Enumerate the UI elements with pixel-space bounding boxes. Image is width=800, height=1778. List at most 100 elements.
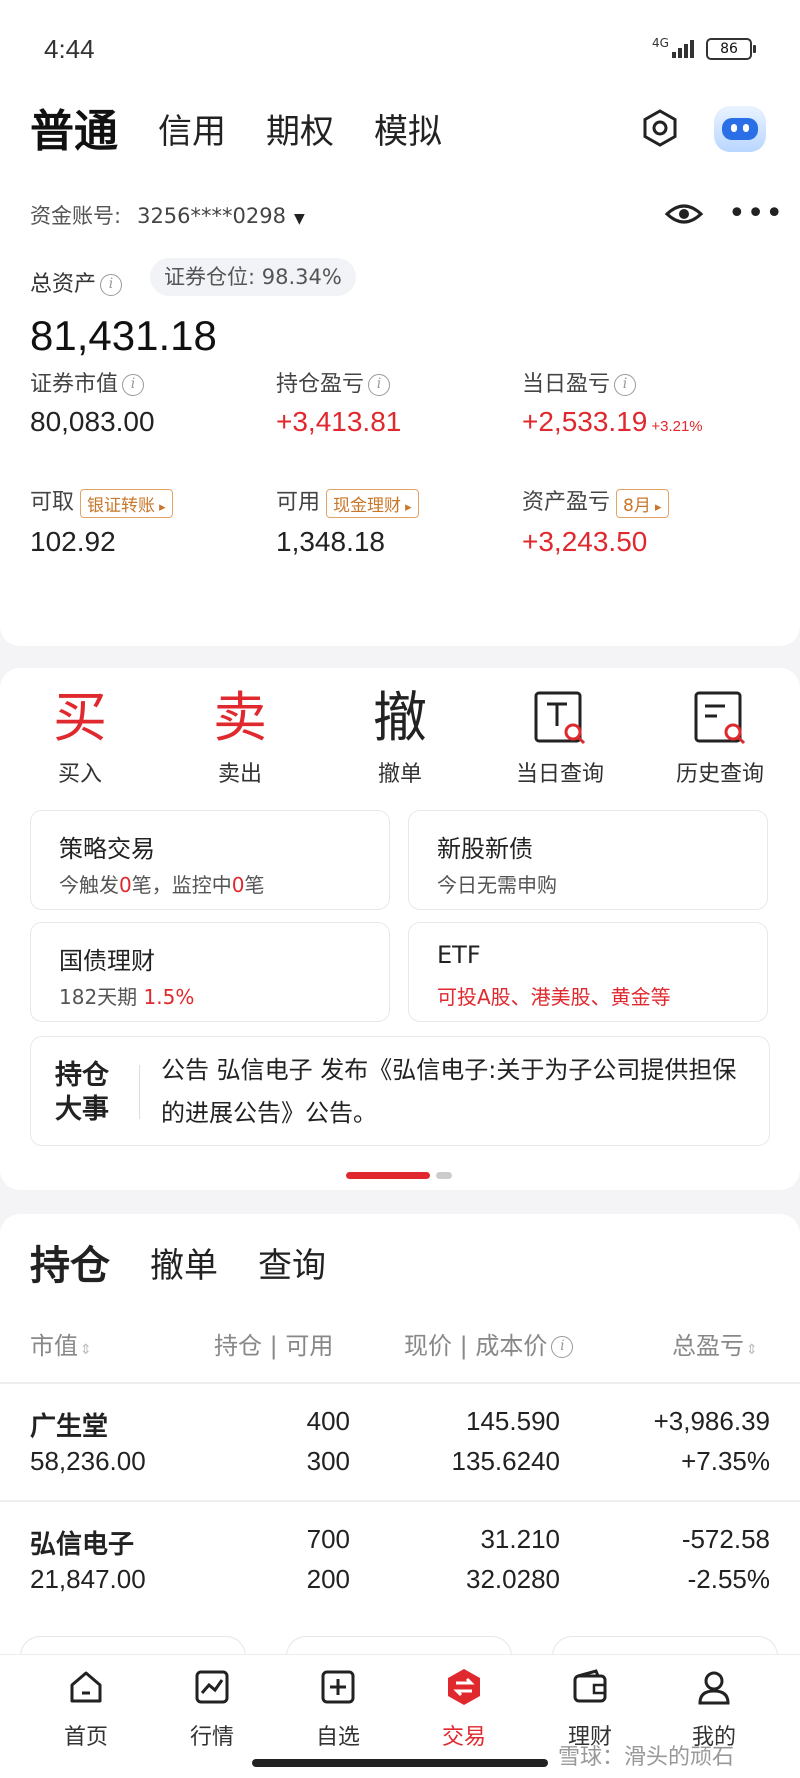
strategy-trading-card[interactable]: 策略交易 今触发0笔，监控中0笔 <box>30 810 390 910</box>
nav-label: 行情 <box>189 1725 234 1750</box>
stock-cost: 135.6240 <box>451 1446 560 1476</box>
divider <box>139 1065 140 1119</box>
history-query-button[interactable]: 历史查询 <box>650 682 790 788</box>
info-icon[interactable]: i <box>551 1336 574 1358</box>
tab-simulation[interactable]: 模拟 <box>374 102 442 162</box>
tab-options[interactable]: 期权 <box>266 102 334 162</box>
account-card: 普通 信用 期权 模拟 资金账号: 3256****0298 ▼ ••• 总资产 i … <box>0 90 800 646</box>
nav-watchlist[interactable]: 自选 <box>278 1667 398 1751</box>
nav-home[interactable]: 首页 <box>26 1667 146 1751</box>
stat-holding-pnl: 持仓盈亏 i +3,413.81 <box>276 372 402 437</box>
stock-price: 31.210 <box>480 1524 560 1554</box>
header-position-available: 持仓 | 可用 <box>214 1332 334 1360</box>
strategy-title: 策略交易 <box>59 835 155 863</box>
stock-market-value: 58,236.00 <box>30 1446 146 1476</box>
treasury-bond-card[interactable]: 国债理财 182天期 1.5% <box>30 922 390 1022</box>
nav-label: 交易 <box>441 1725 486 1750</box>
stat-market-value: 证券市值 i 80,083.00 <box>30 372 155 437</box>
eye-icon[interactable] <box>664 200 704 228</box>
info-icon[interactable]: i <box>100 274 123 296</box>
sell-icon: 卖 <box>213 686 267 749</box>
tab-cancel-orders[interactable]: 撤单 <box>150 1240 218 1292</box>
bank-transfer-button[interactable]: 银证转账 <box>80 488 173 518</box>
bottom-navigation: 首页 行情 自选 交易 理财 我的 雪球：滑头的顽石 <box>0 1654 800 1778</box>
withdrawable-amount: 102.92 <box>30 525 116 557</box>
functions-card: 买 买入 卖 卖出 撤 撤单 当日查询 历史查询 策略交易 今触发0笔，监控中0… <box>0 668 800 1190</box>
holding-pnl-amount: +3,413.81 <box>276 406 402 437</box>
stat-asset-pnl: 资产盈亏8月 +3,243.50 <box>522 484 669 558</box>
bond-title: 国债理财 <box>59 947 155 975</box>
info-icon[interactable]: i <box>368 374 391 396</box>
cancel-order-icon: 撤 <box>373 686 427 749</box>
user-icon <box>698 1671 730 1705</box>
stock-market-value: 21,847.00 <box>30 1564 146 1594</box>
daily-pnl-pct: +3.21% <box>651 418 703 435</box>
tab-query[interactable]: 查询 <box>258 1240 326 1292</box>
stock-cost: 32.0280 <box>466 1564 560 1594</box>
trade-exchange-icon <box>448 1669 480 1705</box>
info-icon[interactable]: i <box>614 374 637 396</box>
tab-normal[interactable]: 普通 <box>30 102 118 162</box>
more-icon[interactable]: ••• <box>728 196 784 231</box>
etf-subtitle: 可投A股、港美股、黄金等 <box>437 985 671 1009</box>
nav-trade[interactable]: 交易 <box>404 1667 524 1751</box>
sort-icon: ⇕ <box>746 1342 758 1358</box>
holdings-tabs: 持仓 撤单 查询 <box>30 1240 366 1292</box>
home-indicator[interactable] <box>252 1759 548 1767</box>
ipo-subtitle: 今日无需申购 <box>437 873 557 897</box>
stock-position: 700 <box>306 1524 350 1554</box>
holdings-news-banner[interactable]: 持仓 大事 公告 弘信电子 发布《弘信电子:关于为子公司提供担保的进展公告》公告。 <box>30 1036 770 1146</box>
asset-pnl-amount: +3,243.50 <box>522 525 648 557</box>
buy-icon: 买 <box>53 686 107 749</box>
stock-pnl: -572.58 <box>681 1524 770 1554</box>
total-assets-value: 81,431.18 <box>30 312 217 359</box>
stock-position: 400 <box>306 1406 350 1436</box>
etf-title: ETF <box>437 941 481 969</box>
account-number-row[interactable]: 资金账号: 3256****0298 ▼ <box>30 200 305 230</box>
status-time: 4:44 <box>44 34 95 64</box>
tab-credit[interactable]: 信用 <box>158 102 226 162</box>
stock-pnl-pct: +7.35% <box>681 1446 770 1476</box>
status-bar: 4:44 4G 86 <box>0 0 800 90</box>
home-icon <box>70 1671 102 1703</box>
nav-market[interactable]: 行情 <box>152 1667 272 1751</box>
nav-label: 自选 <box>315 1725 360 1750</box>
cash-management-button[interactable]: 现金理财 <box>326 488 419 518</box>
assistant-robot-icon[interactable] <box>714 106 766 152</box>
settings-hex-icon[interactable] <box>640 108 680 148</box>
news-badge: 持仓 大事 <box>55 1060 109 1125</box>
sell-label: 卖出 <box>217 762 262 787</box>
account-tabs: 普通 信用 期权 模拟 <box>30 102 482 162</box>
caret-down-icon[interactable]: ▼ <box>294 211 305 227</box>
network-indicator: 4G <box>652 36 669 50</box>
news-text: 公告 弘信电子 发布《弘信电子:关于为子公司提供担保的进展公告》公告。 <box>161 1056 737 1127</box>
market-chart-icon <box>195 1670 229 1704</box>
market-value-amount: 80,083.00 <box>30 406 155 437</box>
month-selector-button[interactable]: 8月 <box>616 488 669 518</box>
tab-holdings[interactable]: 持仓 <box>30 1240 110 1292</box>
header-total-pnl[interactable]: 总盈亏 ⇕ <box>672 1326 758 1361</box>
stat-available: 可用现金理财 1,348.18 <box>276 484 419 558</box>
position-ratio-pill: 证券仓位: 98.34% <box>150 258 356 296</box>
sell-button[interactable]: 卖 卖出 <box>170 682 310 788</box>
history-query-label: 历史查询 <box>675 762 764 787</box>
header-market-value[interactable]: 市值 ⇕ <box>30 1326 92 1361</box>
account-label: 资金账号: <box>30 204 122 228</box>
ipo-card[interactable]: 新股新债 今日无需申购 <box>408 810 768 910</box>
stock-pnl: +3,986.39 <box>653 1406 770 1436</box>
etf-card[interactable]: ETF 可投A股、港美股、黄金等 <box>408 922 768 1022</box>
history-query-icon <box>694 691 746 745</box>
wallet-icon <box>573 1669 607 1703</box>
header-price-cost: 现价 | 成本价 i <box>404 1326 574 1361</box>
total-assets-label: 总资产 i <box>30 266 123 298</box>
cancel-order-button[interactable]: 撤 撤单 <box>330 682 470 788</box>
stock-name: 弘信电子 <box>30 1530 135 1560</box>
buy-button[interactable]: 买 买入 <box>10 682 150 788</box>
stock-available: 300 <box>306 1446 350 1476</box>
today-query-button[interactable]: 当日查询 <box>490 682 630 788</box>
ipo-title: 新股新债 <box>437 835 533 863</box>
bond-subtitle: 182天期 1.5% <box>59 985 195 1009</box>
info-icon[interactable]: i <box>122 374 145 396</box>
strategy-subtitle: 今触发0笔，监控中0笔 <box>59 873 265 897</box>
daily-pnl-amount: +2,533.19 <box>522 406 648 437</box>
